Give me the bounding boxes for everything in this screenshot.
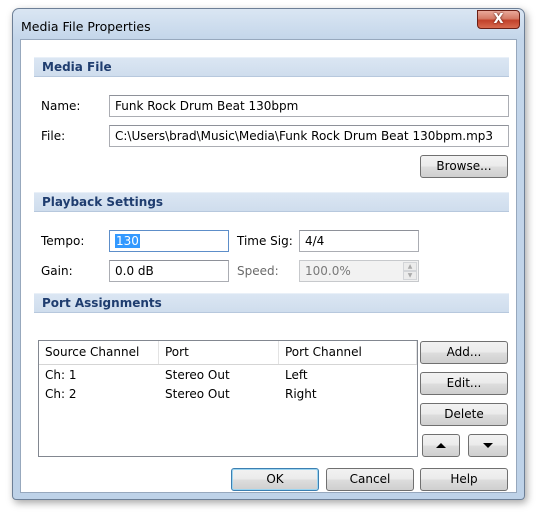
help-button[interactable]: Help [420, 468, 508, 491]
speed-label: Speed: [237, 264, 279, 278]
tempo-field[interactable]: 130 [109, 230, 229, 252]
close-button[interactable]: X [477, 10, 520, 29]
move-down-button[interactable] [468, 434, 508, 457]
tempo-value: 130 [115, 234, 140, 248]
browse-button[interactable]: Browse... [420, 155, 508, 178]
delete-port-button[interactable]: Delete [420, 403, 508, 426]
edit-port-button[interactable]: Edit... [420, 372, 508, 395]
close-icon: X [493, 12, 504, 27]
speed-spinner: ▲ ▼ [403, 262, 417, 280]
port-assignments-header-text: Port Assignments [42, 296, 162, 310]
media-file-header: Media File [34, 57, 509, 77]
spin-down-icon: ▼ [403, 271, 417, 280]
gain-label: Gain: [41, 264, 73, 278]
playback-settings-header: Playback Settings [34, 192, 509, 212]
source-channel-cell: Ch: 2 [45, 387, 77, 401]
time-sig-label: Time Sig: [237, 234, 293, 248]
dialog-window: Media File Properties X Media File Name:… [12, 8, 525, 500]
tempo-label: Tempo: [41, 234, 85, 248]
spin-up-icon: ▲ [403, 262, 417, 271]
table-row[interactable]: Ch: 2 Stereo Out Right [39, 385, 417, 404]
port-assignments-list[interactable]: Source Channel Port Port Channel Ch: 1 S… [38, 340, 418, 457]
port-channel-cell: Left [285, 368, 308, 382]
name-label: Name: [41, 99, 81, 113]
port-assignments-header: Port Assignments [34, 293, 509, 313]
dialog-client: Media File Name: Funk Rock Drum Beat 130… [20, 39, 517, 493]
window-title: Media File Properties [21, 19, 151, 34]
media-file-header-text: Media File [42, 60, 112, 74]
port-channel-cell: Right [285, 387, 317, 401]
ok-button[interactable]: OK [231, 468, 319, 491]
speed-value: 100.0% [305, 264, 351, 278]
source-channel-cell: Ch: 1 [45, 368, 77, 382]
name-field[interactable]: Funk Rock Drum Beat 130bpm [109, 95, 509, 117]
add-port-button[interactable]: Add... [420, 341, 508, 364]
title-bar[interactable]: Media File Properties X [13, 9, 524, 39]
speed-field: 100.0% ▲ ▼ [299, 260, 419, 282]
gain-field[interactable]: 0.0 dB [109, 260, 229, 282]
file-label: File: [41, 129, 66, 143]
list-header: Source Channel Port Port Channel [39, 341, 417, 365]
port-cell: Stereo Out [165, 368, 230, 382]
table-row[interactable]: Ch: 1 Stereo Out Left [39, 366, 417, 385]
time-sig-field[interactable]: 4/4 [299, 230, 419, 252]
port-cell: Stereo Out [165, 387, 230, 401]
file-path-field[interactable]: C:\Users\brad\Music\Media\Funk Rock Drum… [109, 125, 509, 147]
cancel-button[interactable]: Cancel [326, 468, 414, 491]
column-port-channel[interactable]: Port Channel [279, 341, 417, 364]
arrow-up-icon [436, 443, 446, 448]
column-port[interactable]: Port [159, 341, 279, 364]
move-up-button[interactable] [422, 434, 460, 457]
column-source-channel[interactable]: Source Channel [39, 341, 159, 364]
arrow-down-icon [483, 443, 493, 448]
playback-settings-header-text: Playback Settings [42, 195, 164, 209]
